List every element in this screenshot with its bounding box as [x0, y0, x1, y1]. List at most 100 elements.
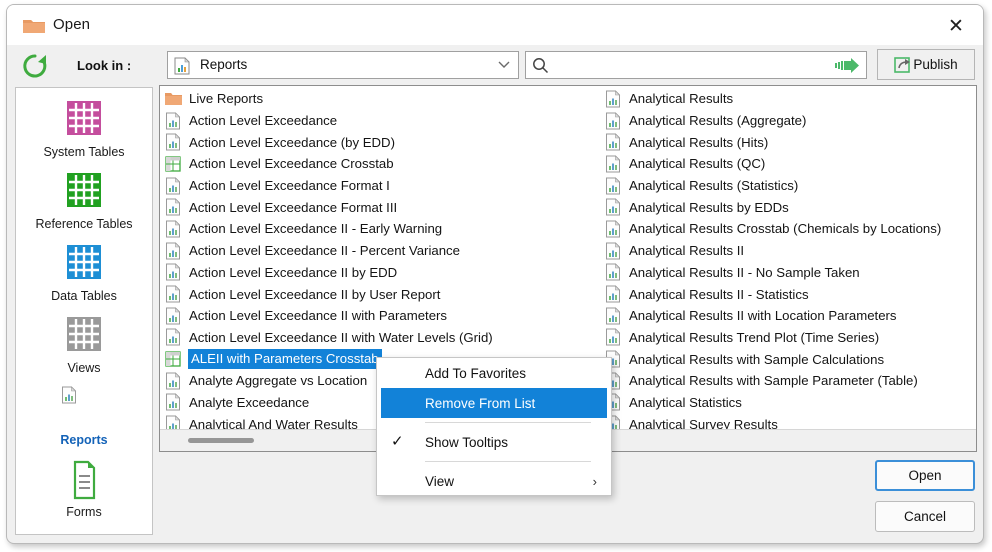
file-list-item[interactable]: Action Level Exceedance Crosstab — [162, 153, 602, 175]
grid-table-icon — [61, 242, 107, 286]
file-list-item-label: Analytical Statistics — [629, 395, 742, 410]
sidebar-item-label: Reference Tables — [35, 217, 132, 231]
file-list-item-label: Analyte Exceedance — [189, 395, 309, 410]
report-icon — [605, 220, 622, 238]
file-list-item[interactable]: Action Level Exceedance II by EDD — [162, 262, 602, 284]
chevron-down-icon[interactable] — [491, 53, 517, 77]
file-list-item-label: Action Level Exceedance Format I — [189, 178, 390, 193]
folder-icon — [165, 90, 182, 108]
sidebar-item-label: Reports — [60, 433, 107, 447]
file-list-item-label: Action Level Exceedance Format III — [189, 200, 397, 215]
sidebar-item-forms[interactable]: Forms — [16, 458, 152, 519]
publish-label: Publish — [913, 57, 957, 72]
crosstab-icon — [165, 350, 182, 368]
file-list-item-label: Analytical Results II - Statistics — [629, 287, 809, 302]
file-list-item-label: Live Reports — [189, 91, 263, 106]
file-list-item[interactable]: Analytical Results with Sample Calculati… — [602, 348, 977, 370]
crosstab-icon — [165, 155, 182, 173]
context-menu-separator — [425, 422, 591, 423]
file-list-item-label: Action Level Exceedance (by EDD) — [189, 135, 395, 150]
report-icon — [605, 90, 622, 108]
publish-button[interactable]: Publish — [877, 49, 975, 80]
report-icon — [165, 220, 182, 238]
scrollbar-thumb[interactable] — [188, 438, 254, 443]
file-list-item-label: Analytical Results (Aggregate) — [629, 113, 806, 128]
file-list-item[interactable]: Action Level Exceedance II with Paramete… — [162, 305, 602, 327]
sidebar-item-label: Data Tables — [51, 289, 117, 303]
sidebar-item-views[interactable]: Views — [16, 314, 152, 375]
file-list-item[interactable]: Action Level Exceedance Format I — [162, 175, 602, 197]
report-icon — [174, 57, 190, 75]
file-list-item[interactable]: Analytical Results with Sample Parameter… — [602, 370, 977, 392]
search-input[interactable] — [554, 55, 828, 77]
report-icon — [165, 285, 182, 303]
file-list-item[interactable]: Analytical Statistics — [602, 392, 977, 414]
report-icon — [605, 307, 622, 325]
search-icon — [532, 57, 549, 74]
arrow-right-icon[interactable] — [835, 58, 860, 73]
file-list-item[interactable]: Action Level Exceedance II with Water Le… — [162, 327, 602, 349]
open-dialog: Open ✕ Look in : Reports — [6, 4, 984, 544]
file-list-item-label: ALEII with Parameters Crosstab — [189, 350, 381, 368]
file-list-item-label: Analytical Results II — [629, 243, 744, 258]
file-list-item[interactable]: Analytical Results by EDDs — [602, 196, 977, 218]
file-list-item[interactable]: Analytical Results (Hits) — [602, 131, 977, 153]
file-list-item-label: Analyte Aggregate vs Location — [189, 373, 367, 388]
file-list-item[interactable]: Action Level Exceedance II by User Repor… — [162, 283, 602, 305]
file-list-item[interactable]: Analytical Results Crosstab (Chemicals b… — [602, 218, 977, 240]
report-icon — [165, 112, 182, 130]
toolbar: Look in : Reports — [7, 45, 983, 85]
sidebar-item-data-tables[interactable]: Data Tables — [16, 242, 152, 303]
file-list-item[interactable]: Analytical Results (Aggregate) — [602, 110, 977, 132]
sidebar-item-reports[interactable]: Reports — [16, 386, 152, 447]
file-list-item[interactable]: Live Reports — [162, 88, 602, 110]
report-icon — [165, 133, 182, 151]
window-title: Open — [53, 16, 90, 33]
file-list-item-label: Action Level Exceedance II with Water Le… — [189, 330, 493, 345]
report-icon — [605, 242, 622, 260]
file-list-item-label: Action Level Exceedance II by EDD — [189, 265, 397, 280]
folder-icon — [23, 18, 45, 34]
context-menu[interactable]: Add To Favorites Remove From List ✓ Show To… — [376, 357, 612, 496]
file-list-item[interactable]: Analytical Results II with Location Para… — [602, 305, 977, 327]
file-list-item[interactable]: Action Level Exceedance (by EDD) — [162, 131, 602, 153]
look-in-label: Look in : — [77, 58, 131, 73]
context-menu-item-label: Add To Favorites — [425, 366, 526, 381]
file-list-item-label: Analytical Results with Sample Calculati… — [629, 352, 884, 367]
cancel-button[interactable]: Cancel — [875, 501, 975, 532]
close-icon[interactable]: ✕ — [939, 13, 973, 39]
path-value: Reports — [200, 57, 247, 72]
context-menu-item-label: Show Tooltips — [425, 435, 508, 450]
refresh-icon[interactable] — [19, 51, 51, 81]
file-list-column-right: Analytical Results Analytical Results (Ag… — [602, 88, 977, 435]
file-list-item[interactable]: Action Level Exceedance II - Early Warni… — [162, 218, 602, 240]
file-list-item[interactable]: Action Level Exceedance II - Percent Var… — [162, 240, 602, 262]
file-list-item[interactable]: Analytical Results (Statistics) — [602, 175, 977, 197]
publish-icon — [894, 56, 912, 74]
title-bar: Open ✕ — [7, 5, 983, 45]
file-list-item[interactable]: Analytical Results — [602, 88, 977, 110]
file-list-item[interactable]: Analytical Results II — [602, 240, 977, 262]
sidebar-item-reference-tables[interactable]: Reference Tables — [16, 170, 152, 231]
report-icon — [165, 328, 182, 346]
open-button[interactable]: Open — [875, 460, 975, 491]
file-list-item[interactable]: Analytical Results (QC) — [602, 153, 977, 175]
file-list-item[interactable]: Action Level Exceedance — [162, 110, 602, 132]
context-menu-item-show-tooltips[interactable]: ✓ Show Tooltips — [377, 427, 611, 457]
search-box[interactable] — [525, 51, 867, 79]
context-menu-item-add-to-favorites[interactable]: Add To Favorites — [377, 358, 611, 388]
context-menu-item-remove-from-list[interactable]: Remove From List — [381, 388, 607, 418]
report-icon — [165, 263, 182, 281]
context-menu-separator — [425, 461, 591, 462]
path-combo-box[interactable]: Reports — [167, 51, 519, 79]
file-list-item-label: Action Level Exceedance II - Early Warni… — [189, 221, 442, 236]
sidebar-item-system-tables[interactable]: System Tables — [16, 98, 152, 159]
file-list-item[interactable]: Analytical Results Trend Plot (Time Seri… — [602, 327, 977, 349]
file-list-item[interactable]: Analytical Results II - Statistics — [602, 283, 977, 305]
context-menu-item-view[interactable]: View› — [377, 466, 611, 496]
grid-table-icon — [61, 98, 107, 142]
check-icon: ✓ — [391, 432, 407, 448]
file-list-item[interactable]: Action Level Exceedance Format III — [162, 196, 602, 218]
context-menu-item-label: View — [425, 474, 454, 489]
file-list-item[interactable]: Analytical Results II - No Sample Taken — [602, 262, 977, 284]
